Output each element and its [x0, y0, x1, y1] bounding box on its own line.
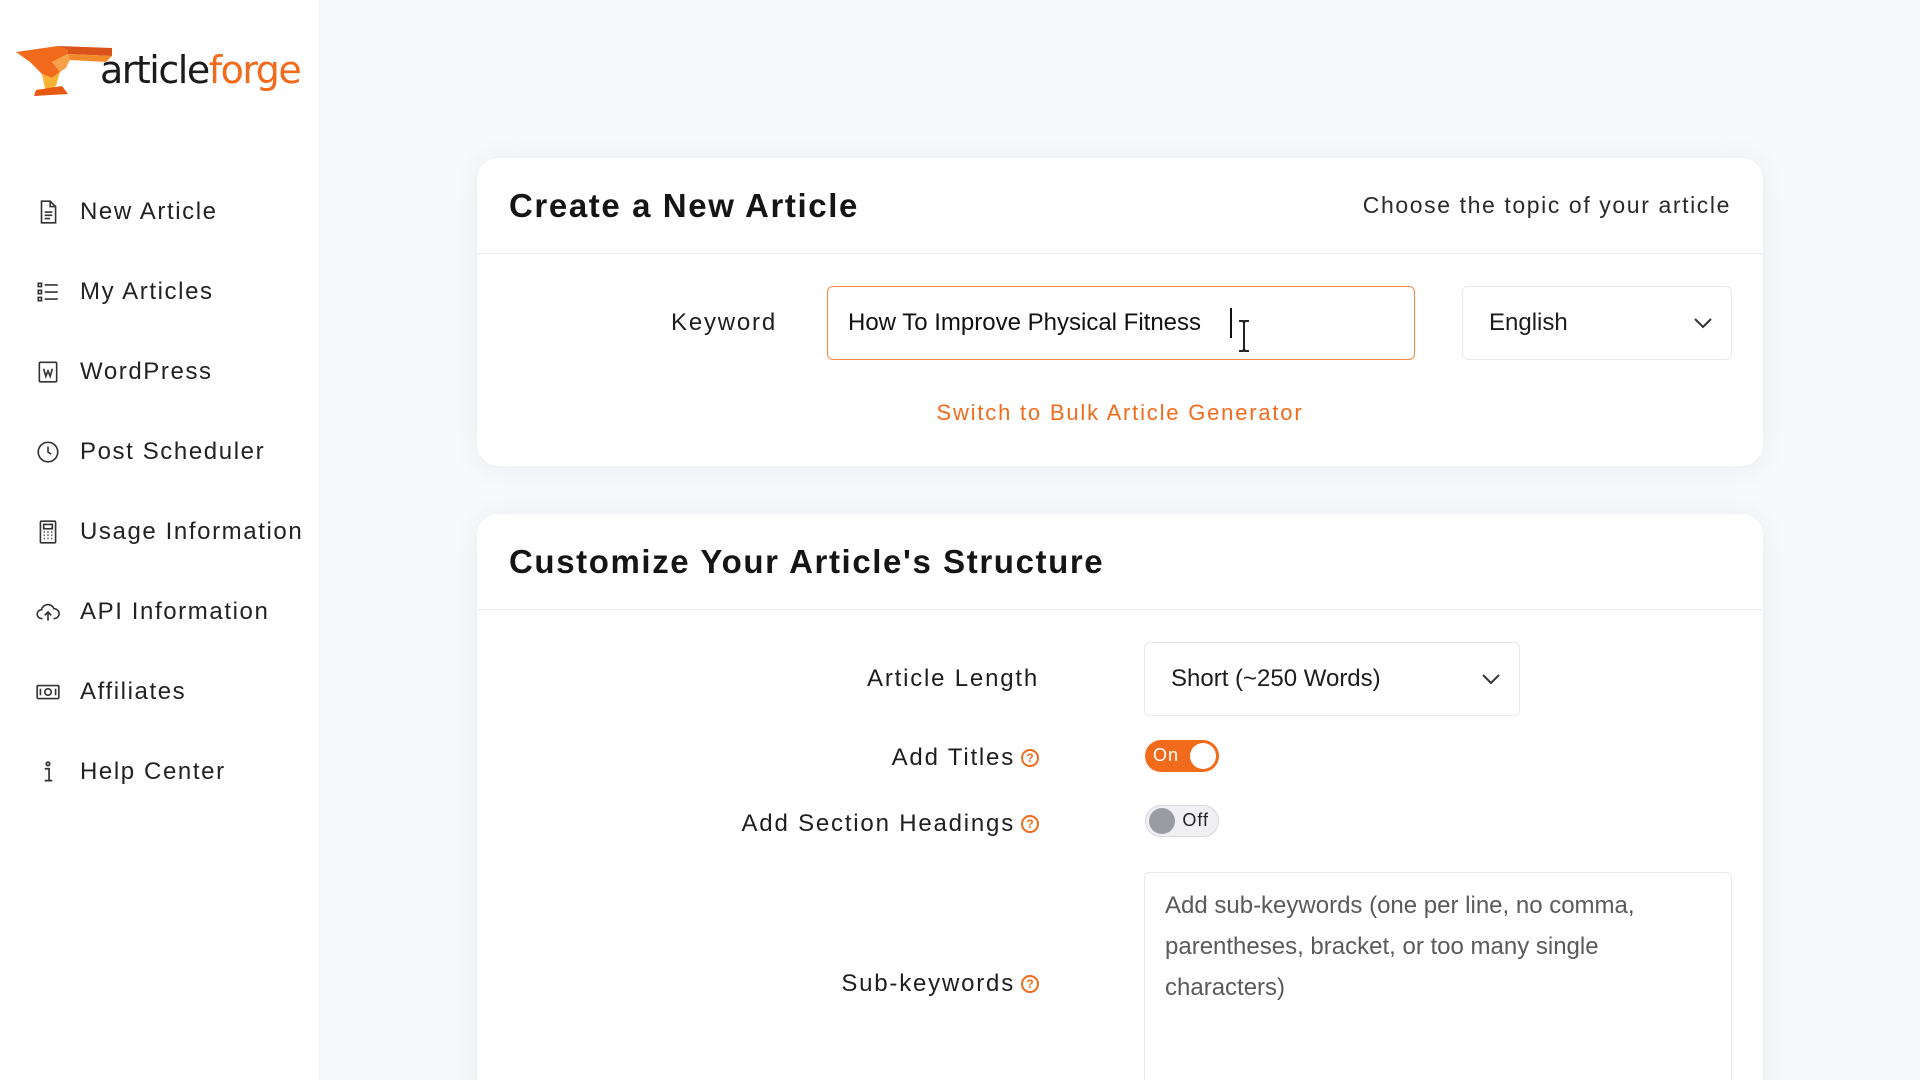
create-article-subtitle: Choose the topic of your article	[1362, 192, 1731, 218]
wordpress-icon	[32, 356, 64, 388]
sidebar-item-new-article[interactable]: New Article	[0, 172, 320, 252]
anvil-logo-icon	[16, 46, 112, 96]
article-structure-header: Customize Your Article's Structure	[477, 514, 1763, 610]
language-select-value: English	[1489, 309, 1568, 336]
sidebar-item-label: Affiliates	[80, 678, 187, 705]
switch-to-bulk-link[interactable]: Switch to Bulk Article Generator	[477, 400, 1763, 426]
toggle-state-label: Off	[1182, 810, 1209, 830]
sub-keywords-label: Sub-keywords	[841, 970, 1015, 997]
help-icon[interactable]: ?	[1021, 975, 1039, 993]
money-icon	[32, 676, 64, 708]
document-icon	[32, 196, 64, 228]
create-article-header: Create a New Article Choose the topic of…	[477, 158, 1763, 254]
add-section-headings-toggle[interactable]: Off	[1145, 805, 1219, 837]
sidebar-item-wordpress[interactable]: WordPress	[0, 332, 320, 412]
add-titles-label: Add Titles	[891, 744, 1015, 771]
calculator-icon	[32, 516, 64, 548]
sidebar-item-label: Usage Information	[80, 518, 304, 545]
create-article-title: Create a New Article	[509, 186, 859, 224]
create-article-card: Create a New Article Choose the topic of…	[477, 158, 1763, 466]
sub-keywords-row-label: Sub-keywords ?	[477, 964, 1039, 1004]
article-length-select[interactable]: Short (~250 Words)	[1144, 642, 1520, 716]
sidebar-item-label: Help Center	[80, 758, 226, 785]
logo-text-article: article	[100, 48, 210, 92]
sidebar-item-label: API Information	[80, 598, 270, 625]
sub-keywords-textarea[interactable]	[1144, 872, 1732, 1080]
info-icon	[32, 756, 64, 788]
sidebar-item-label: WordPress	[80, 358, 213, 385]
chevron-down-icon	[1482, 674, 1500, 685]
sidebar-item-my-articles[interactable]: My Articles	[0, 252, 320, 332]
sidebar-item-api-information[interactable]: API Information	[0, 572, 320, 652]
article-length-value: Short (~250 Words)	[1171, 665, 1381, 692]
sidebar: articleforge New Article My Articles Wor…	[0, 0, 320, 1080]
logo-text-forge: forge	[208, 48, 302, 92]
list-icon	[32, 276, 64, 308]
sidebar-item-label: New Article	[80, 198, 218, 225]
article-structure-card: Customize Your Article's Structure Artic…	[477, 514, 1763, 1080]
toggle-knob	[1190, 743, 1216, 769]
keyword-label: Keyword	[671, 309, 777, 336]
clock-icon	[32, 436, 64, 468]
sidebar-item-post-scheduler[interactable]: Post Scheduler	[0, 412, 320, 492]
add-titles-row-label: Add Titles ?	[477, 738, 1039, 778]
sidebar-nav: New Article My Articles WordPress Post S…	[0, 172, 320, 812]
add-titles-toggle[interactable]: On	[1145, 740, 1219, 772]
cloud-upload-icon	[32, 596, 64, 628]
sidebar-item-label: Post Scheduler	[80, 438, 266, 465]
language-select[interactable]: English	[1462, 286, 1732, 360]
sidebar-item-usage-information[interactable]: Usage Information	[0, 492, 320, 572]
sidebar-item-affiliates[interactable]: Affiliates	[0, 652, 320, 732]
toggle-knob	[1149, 808, 1175, 834]
sidebar-item-help-center[interactable]: Help Center	[0, 732, 320, 812]
add-section-headings-row-label: Add Section Headings ?	[477, 804, 1039, 844]
toggle-state-label: On	[1153, 745, 1180, 765]
add-section-headings-label: Add Section Headings	[741, 810, 1015, 837]
text-caret	[1230, 308, 1232, 338]
help-icon[interactable]: ?	[1021, 749, 1039, 767]
sidebar-item-label: My Articles	[80, 278, 214, 305]
ibeam-cursor-icon	[1239, 320, 1249, 352]
article-length-label: Article Length	[867, 665, 1039, 692]
articleforge-logo[interactable]: articleforge	[16, 40, 316, 104]
help-icon[interactable]: ?	[1021, 815, 1039, 833]
keyword-input[interactable]	[827, 286, 1415, 360]
article-structure-title: Customize Your Article's Structure	[509, 542, 1105, 580]
chevron-down-icon	[1694, 318, 1712, 329]
